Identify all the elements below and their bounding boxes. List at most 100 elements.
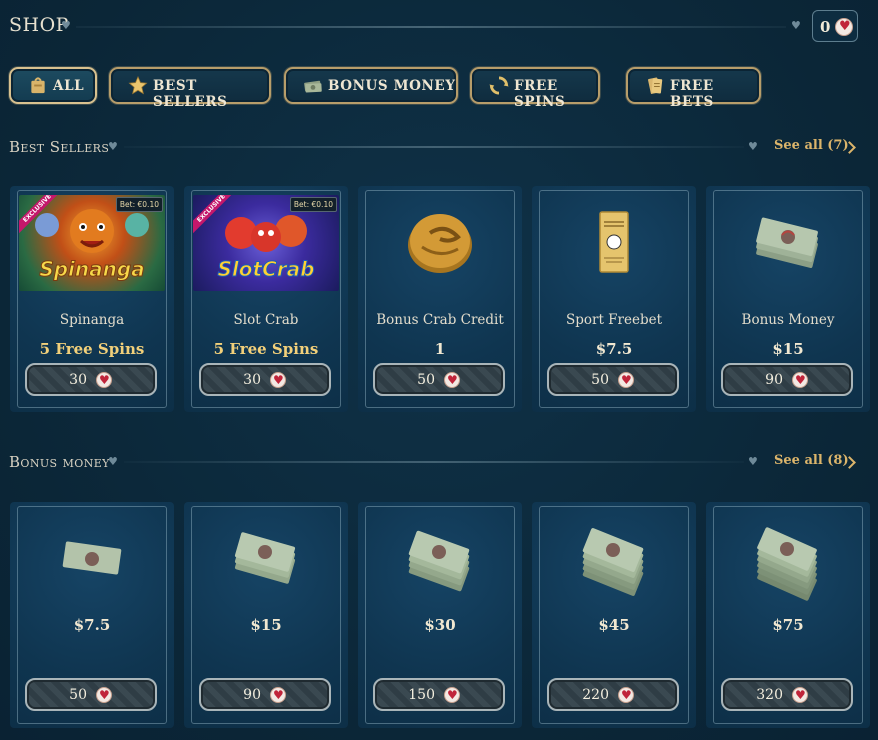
slot-logo: SlotCrab bbox=[217, 257, 315, 282]
product-image bbox=[193, 511, 339, 607]
buy-button[interactable]: 50 bbox=[373, 363, 505, 396]
product-value: 1 bbox=[434, 340, 446, 358]
product-value: $7.5 bbox=[595, 340, 633, 358]
product-value: $75 bbox=[772, 616, 804, 634]
product-card[interactable]: Spinanga EXCLUSIVE Bet: €0.10 Spinanga 5… bbox=[10, 186, 174, 412]
tab-all[interactable]: ALL bbox=[9, 67, 97, 104]
spin-icon bbox=[489, 76, 509, 95]
slotcrab-thumbnail: SlotCrab EXCLUSIVE Bet: €0.10 bbox=[193, 195, 339, 291]
product-name: Bonus Crab Credit bbox=[376, 312, 504, 328]
bag-icon bbox=[31, 77, 45, 94]
product-name: Spinanga bbox=[59, 312, 125, 328]
buy-button[interactable]: 50 bbox=[547, 363, 679, 396]
heart-ornament-icon: ♥ bbox=[108, 455, 118, 468]
heart-ornament-icon: ♥ bbox=[748, 455, 758, 468]
tab-label: BEST SELLERS bbox=[153, 78, 228, 110]
cash-stack-icon bbox=[408, 530, 470, 592]
buy-button[interactable]: 50 bbox=[25, 678, 157, 711]
heart-currency-icon bbox=[444, 372, 460, 388]
buy-button[interactable]: 90 bbox=[199, 678, 331, 711]
price-value: 50 bbox=[69, 687, 87, 703]
heart-balance[interactable]: 0 bbox=[812, 10, 858, 42]
cash-stack-icon bbox=[756, 217, 818, 268]
shop-header: SHOP ♥ ♥ 0 bbox=[0, 0, 878, 56]
product-value: $30 bbox=[424, 616, 456, 634]
heart-ornament-icon: ♥ bbox=[61, 19, 71, 32]
product-image bbox=[367, 195, 513, 291]
bet-tag: Bet: €0.10 bbox=[289, 197, 337, 212]
coin-icon bbox=[408, 214, 472, 273]
heart-currency-icon bbox=[444, 687, 460, 703]
product-card[interactable]: Sport Freebet $7.5 50 bbox=[532, 186, 696, 412]
buy-button[interactable]: 30 bbox=[199, 363, 331, 396]
slot-logo: Spinanga bbox=[39, 257, 145, 282]
price-value: 50 bbox=[417, 372, 435, 388]
bet-tag: Bet: €0.10 bbox=[115, 197, 163, 212]
heart-currency-icon bbox=[835, 18, 853, 36]
product-card[interactable]: Bonus Crab Credit 1 50 bbox=[358, 186, 522, 412]
buy-button[interactable]: 30 bbox=[25, 363, 157, 396]
price-value: 50 bbox=[591, 372, 609, 388]
buy-button[interactable]: 90 bbox=[721, 363, 853, 396]
product-name: Bonus Money bbox=[741, 312, 835, 328]
page-title: SHOP bbox=[9, 14, 69, 36]
heart-currency-icon bbox=[618, 687, 634, 703]
product-card[interactable]: $75 320 bbox=[706, 502, 870, 728]
tab-best-sellers[interactable]: BEST SELLERS bbox=[109, 67, 271, 110]
product-image bbox=[19, 511, 165, 607]
price-value: 90 bbox=[765, 372, 783, 388]
heart-ornament-icon: ♥ bbox=[748, 140, 758, 153]
product-image bbox=[541, 195, 687, 291]
ticket-icon bbox=[648, 77, 663, 94]
cash-stack-icon bbox=[582, 528, 644, 596]
product-card[interactable]: SlotCrab EXCLUSIVE Bet: €0.10 Slot Crab … bbox=[184, 186, 348, 412]
product-card[interactable]: $30 150 bbox=[358, 502, 522, 728]
product-image bbox=[367, 511, 513, 607]
ticket-icon bbox=[599, 211, 629, 273]
tab-free-spins[interactable]: FREE SPINS bbox=[470, 67, 600, 110]
buy-button[interactable]: 220 bbox=[547, 678, 679, 711]
product-image bbox=[541, 511, 687, 607]
price-value: 30 bbox=[243, 372, 261, 388]
product-value: $15 bbox=[772, 340, 804, 358]
money-icon bbox=[304, 80, 322, 93]
tab-label: FREE SPINS bbox=[514, 78, 566, 110]
product-card[interactable]: $45 220 bbox=[532, 502, 696, 728]
product-image: SlotCrab EXCLUSIVE Bet: €0.10 bbox=[193, 195, 339, 291]
divider bbox=[124, 461, 744, 463]
star-icon bbox=[128, 76, 148, 95]
product-value: 5 Free Spins bbox=[39, 340, 145, 358]
product-card[interactable]: $15 90 bbox=[184, 502, 348, 728]
heart-currency-icon bbox=[96, 372, 112, 388]
price-value: 220 bbox=[582, 687, 609, 703]
spinanga-thumbnail: Spinanga EXCLUSIVE Bet: €0.10 bbox=[19, 195, 165, 291]
tab-free-bets[interactable]: FREE BETS bbox=[626, 67, 761, 110]
product-name: Slot Crab bbox=[233, 312, 299, 328]
buy-button[interactable]: 150 bbox=[373, 678, 505, 711]
heart-currency-icon bbox=[270, 687, 286, 703]
price-value: 30 bbox=[69, 372, 87, 388]
see-all-best-sellers-link[interactable]: See all (7) bbox=[774, 138, 849, 153]
product-card[interactable]: Bonus Money $15 90 bbox=[706, 186, 870, 412]
section-title-best-sellers: Best Sellers bbox=[9, 138, 110, 156]
heart-currency-icon bbox=[792, 687, 808, 703]
heart-ornament-icon: ♥ bbox=[108, 140, 118, 153]
product-image bbox=[715, 511, 861, 607]
tab-label: BONUS MONEY bbox=[328, 78, 456, 94]
heart-currency-icon bbox=[792, 372, 808, 388]
divider bbox=[124, 146, 744, 148]
product-value: $15 bbox=[250, 616, 282, 634]
tab-bonus-money[interactable]: BONUS MONEY bbox=[284, 67, 458, 104]
cash-icon bbox=[62, 541, 122, 575]
cash-stack-icon bbox=[757, 527, 817, 601]
product-value: $45 bbox=[598, 616, 630, 634]
balance-value: 0 bbox=[820, 18, 831, 36]
cash-stack-icon bbox=[234, 532, 296, 584]
divider bbox=[76, 26, 786, 28]
buy-button[interactable]: 320 bbox=[721, 678, 853, 711]
product-card[interactable]: $7.5 50 bbox=[10, 502, 174, 728]
heart-ornament-icon: ♥ bbox=[791, 19, 801, 32]
heart-currency-icon bbox=[96, 687, 112, 703]
product-image bbox=[715, 195, 861, 291]
see-all-bonus-money-link[interactable]: See all (8) bbox=[774, 453, 849, 468]
